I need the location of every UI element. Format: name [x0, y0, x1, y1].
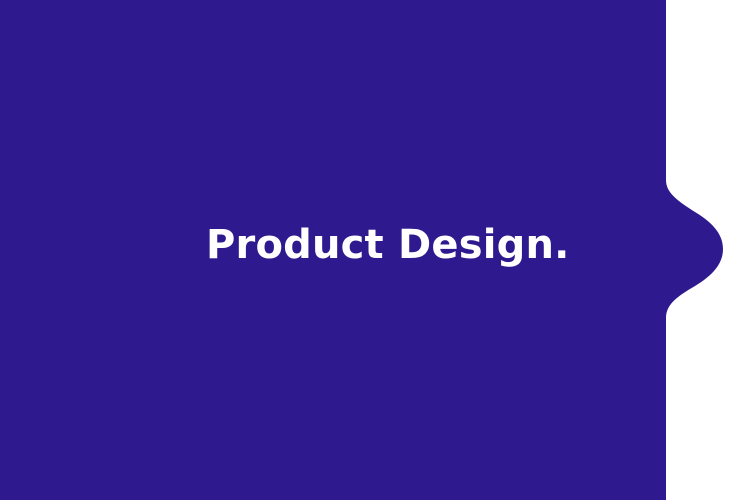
hero-title: Product Design.	[206, 222, 570, 268]
hero-canvas: Product Design.	[0, 0, 750, 500]
